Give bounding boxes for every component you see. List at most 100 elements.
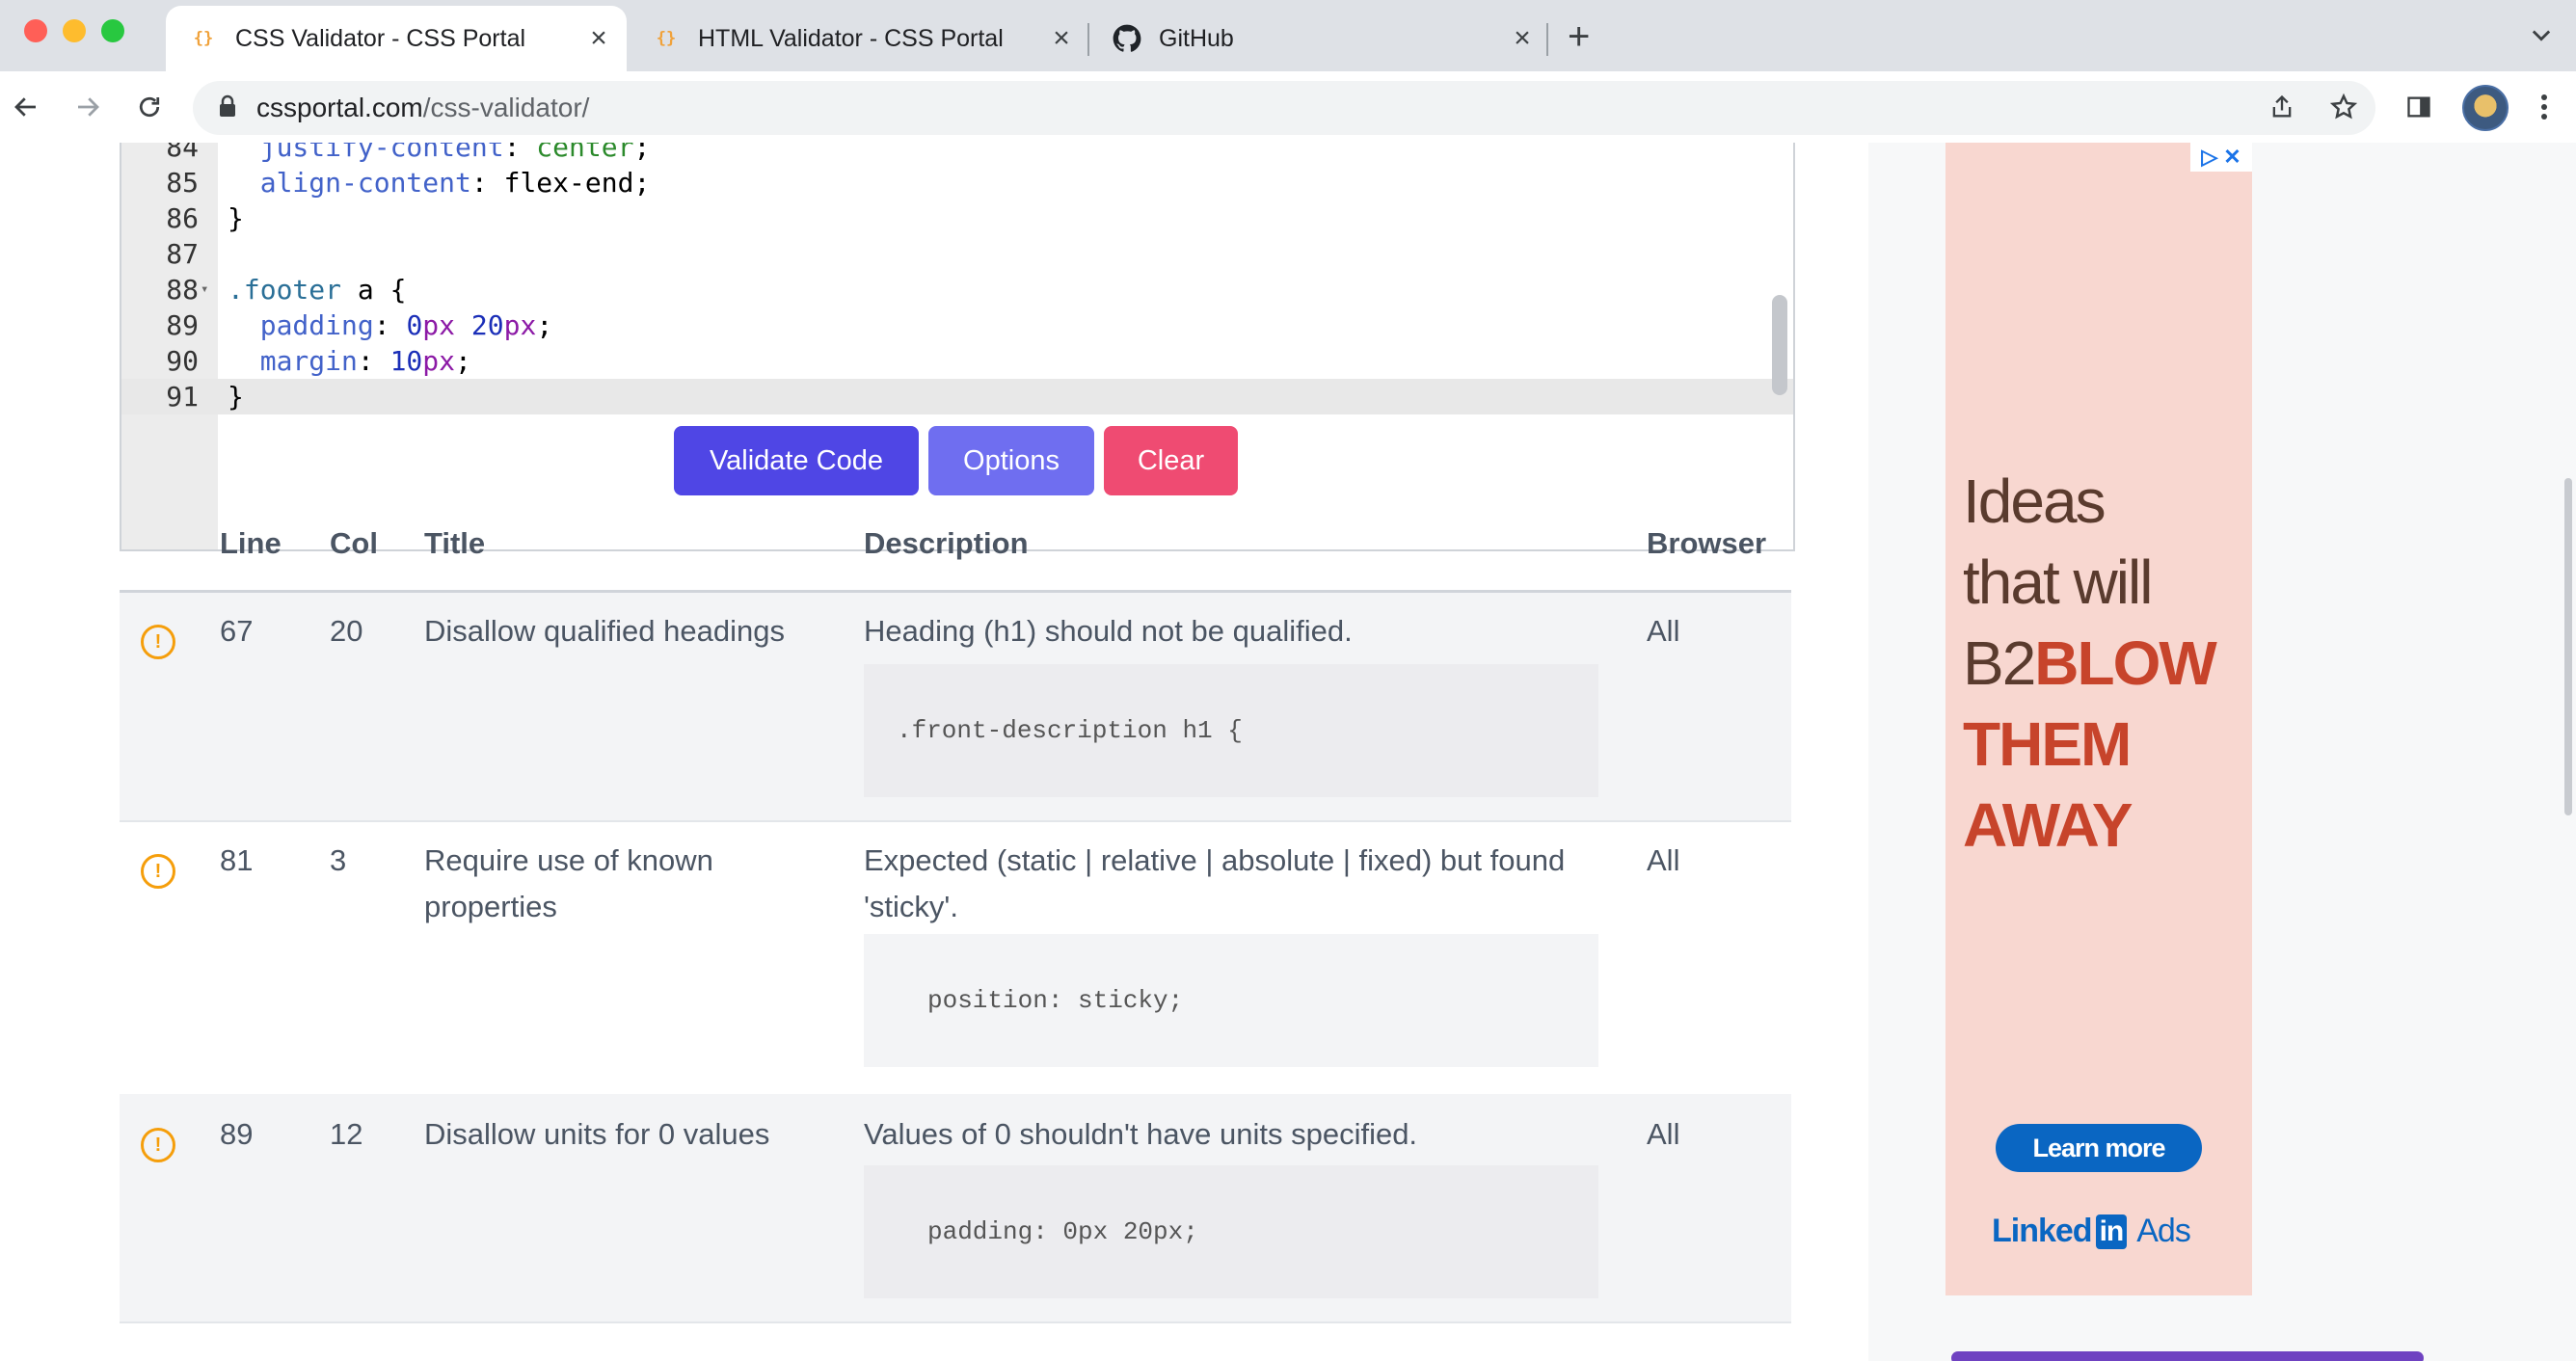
fold-arrow-icon[interactable]: ▾: [201, 272, 208, 307]
line-number: 84: [166, 143, 199, 163]
warning-icon: !: [141, 625, 175, 659]
cell-description: Heading (h1) should not be qualified.: [864, 614, 1353, 648]
forward-arrow-icon[interactable]: [69, 89, 106, 125]
brand-ads: Ads: [2136, 1213, 2191, 1249]
header-description: Description: [864, 526, 1029, 560]
cell-line: 89: [220, 1117, 254, 1151]
code-text: .footer a {: [228, 274, 407, 306]
side-panel-icon[interactable]: [2401, 89, 2437, 125]
close-tab-icon[interactable]: ×: [584, 24, 613, 53]
url-host: cssportal.com: [256, 93, 423, 122]
cell-line: 81: [220, 843, 254, 877]
close-window-button[interactable]: [24, 19, 47, 42]
line-number: 85: [166, 167, 199, 199]
code-text: justify-content: center;: [228, 143, 651, 163]
cell-description: Values of 0 shouldn't have units specifi…: [864, 1117, 1418, 1151]
cell-col: 3: [330, 843, 347, 877]
cell-title: Require use of known properties: [424, 843, 713, 923]
share-icon[interactable]: [2264, 89, 2300, 125]
options-button[interactable]: Options: [928, 426, 1094, 495]
line-number: 89: [166, 309, 199, 341]
tab-html-validator[interactable]: {} HTML Validator - CSS Portal ×: [629, 6, 1089, 71]
code-text: padding: 0px 20px;: [228, 309, 553, 341]
close-tab-icon[interactable]: ×: [1047, 24, 1076, 53]
cell-col: 20: [330, 614, 363, 648]
sidebar-purple-banner[interactable]: [1951, 1351, 2424, 1361]
minimize-window-button[interactable]: [63, 19, 86, 42]
tab-separator: [1546, 23, 1548, 56]
address-bar[interactable]: cssportal.com/css-validator/: [193, 81, 2375, 135]
warning-icon: !: [141, 854, 175, 889]
github-icon: [1113, 24, 1141, 53]
code-line: 84 justify-content: center;: [121, 143, 1793, 165]
ad-headline-line: that will: [1963, 547, 2153, 617]
ad-headline-b2: B2: [1963, 628, 2036, 698]
new-tab-icon[interactable]: +: [1568, 17, 1590, 56]
header-line: Line: [220, 526, 282, 560]
code-line: 87: [121, 236, 1793, 272]
ad-headline-blow: BLOW: [2034, 628, 2216, 698]
cell-description: Expected (static | relative | absolute |…: [864, 843, 1566, 923]
cell-col: 12: [330, 1117, 363, 1151]
table-row: ! 89 12 Disallow units for 0 values Valu…: [120, 1094, 1791, 1323]
line-number: 91: [166, 381, 199, 413]
validate-code-button[interactable]: Validate Code: [674, 426, 919, 495]
ad-choices[interactable]: ▷ ✕: [2190, 143, 2252, 172]
bookmark-star-icon[interactable]: [2325, 89, 2362, 125]
learn-more-button[interactable]: Learn more: [1996, 1124, 2202, 1172]
url-path: /css-validator/: [422, 93, 590, 122]
clear-button[interactable]: Clear: [1104, 426, 1238, 495]
brand-linked: Linked: [1992, 1213, 2093, 1249]
cell-browser: All: [1647, 614, 1680, 648]
code-line: 85 align-content: flex-end;: [121, 165, 1793, 200]
tab-github[interactable]: GitHub ×: [1089, 6, 1550, 71]
brand-in: in: [2095, 1214, 2128, 1249]
tab-label: GitHub: [1159, 24, 1234, 52]
page-content: 84 justify-content: center; 85 align-con…: [0, 143, 2576, 1361]
back-arrow-icon[interactable]: [8, 89, 44, 125]
profile-avatar[interactable]: [2462, 85, 2509, 131]
tab-label: CSS Validator - CSS Portal: [235, 24, 526, 52]
editor-scrollbar[interactable]: [1772, 295, 1787, 395]
code-snippet: position: sticky;: [864, 934, 1598, 1067]
ad-choices-icon[interactable]: ▷: [2201, 145, 2217, 170]
css-portal-icon: {}: [656, 29, 677, 48]
snippet-text: .front-description h1 {: [897, 716, 1243, 745]
linkedin-ads-logo: Linked in Ads: [1992, 1213, 2191, 1250]
page-scrollbar[interactable]: [2564, 478, 2572, 815]
tab-strip: {} CSS Validator - CSS Portal × {} HTML …: [0, 0, 2576, 71]
code-text: align-content: flex-end;: [228, 167, 651, 199]
line-number: 88: [166, 274, 199, 306]
cell-line: 67: [220, 614, 254, 648]
cell-browser: All: [1647, 843, 1680, 877]
code-text: }: [228, 381, 244, 413]
lock-icon[interactable]: [218, 94, 237, 122]
ad-headline-line: AWAY: [1963, 790, 2133, 860]
line-number: 90: [166, 345, 199, 377]
chevron-down-icon[interactable]: [2528, 21, 2555, 53]
close-tab-icon[interactable]: ×: [1508, 24, 1537, 53]
more-menu-icon[interactable]: [2526, 89, 2563, 125]
code-line: 89 padding: 0px 20px;: [121, 307, 1793, 343]
close-ad-icon[interactable]: ✕: [2223, 145, 2241, 170]
css-portal-icon: {}: [193, 29, 214, 48]
code-snippet: padding: 0px 20px;: [864, 1165, 1598, 1298]
reload-icon[interactable]: [131, 89, 168, 125]
code-text: }: [228, 202, 244, 234]
table-row: ! 67 20 Disallow qualified headings Head…: [120, 593, 1791, 822]
header-title: Title: [424, 526, 486, 560]
header-browser: Browser: [1647, 526, 1767, 560]
tab-css-validator[interactable]: {} CSS Validator - CSS Portal ×: [166, 6, 627, 71]
browser-toolbar: cssportal.com/css-validator/: [0, 71, 2576, 145]
code-line: 90 margin: 10px;: [121, 343, 1793, 379]
code-line-active: 91 }: [121, 379, 1793, 414]
line-number: 87: [166, 238, 199, 270]
table-header: Line Col Title Description Browser: [120, 499, 1791, 593]
cell-browser: All: [1647, 1117, 1680, 1151]
header-col: Col: [330, 526, 378, 560]
warning-icon: !: [141, 1128, 175, 1162]
tab-label: HTML Validator - CSS Portal: [698, 24, 1004, 52]
maximize-window-button[interactable]: [101, 19, 124, 42]
ad-headline-line: Ideas: [1963, 467, 2106, 536]
code-snippet: .front-description h1 {: [864, 664, 1598, 797]
